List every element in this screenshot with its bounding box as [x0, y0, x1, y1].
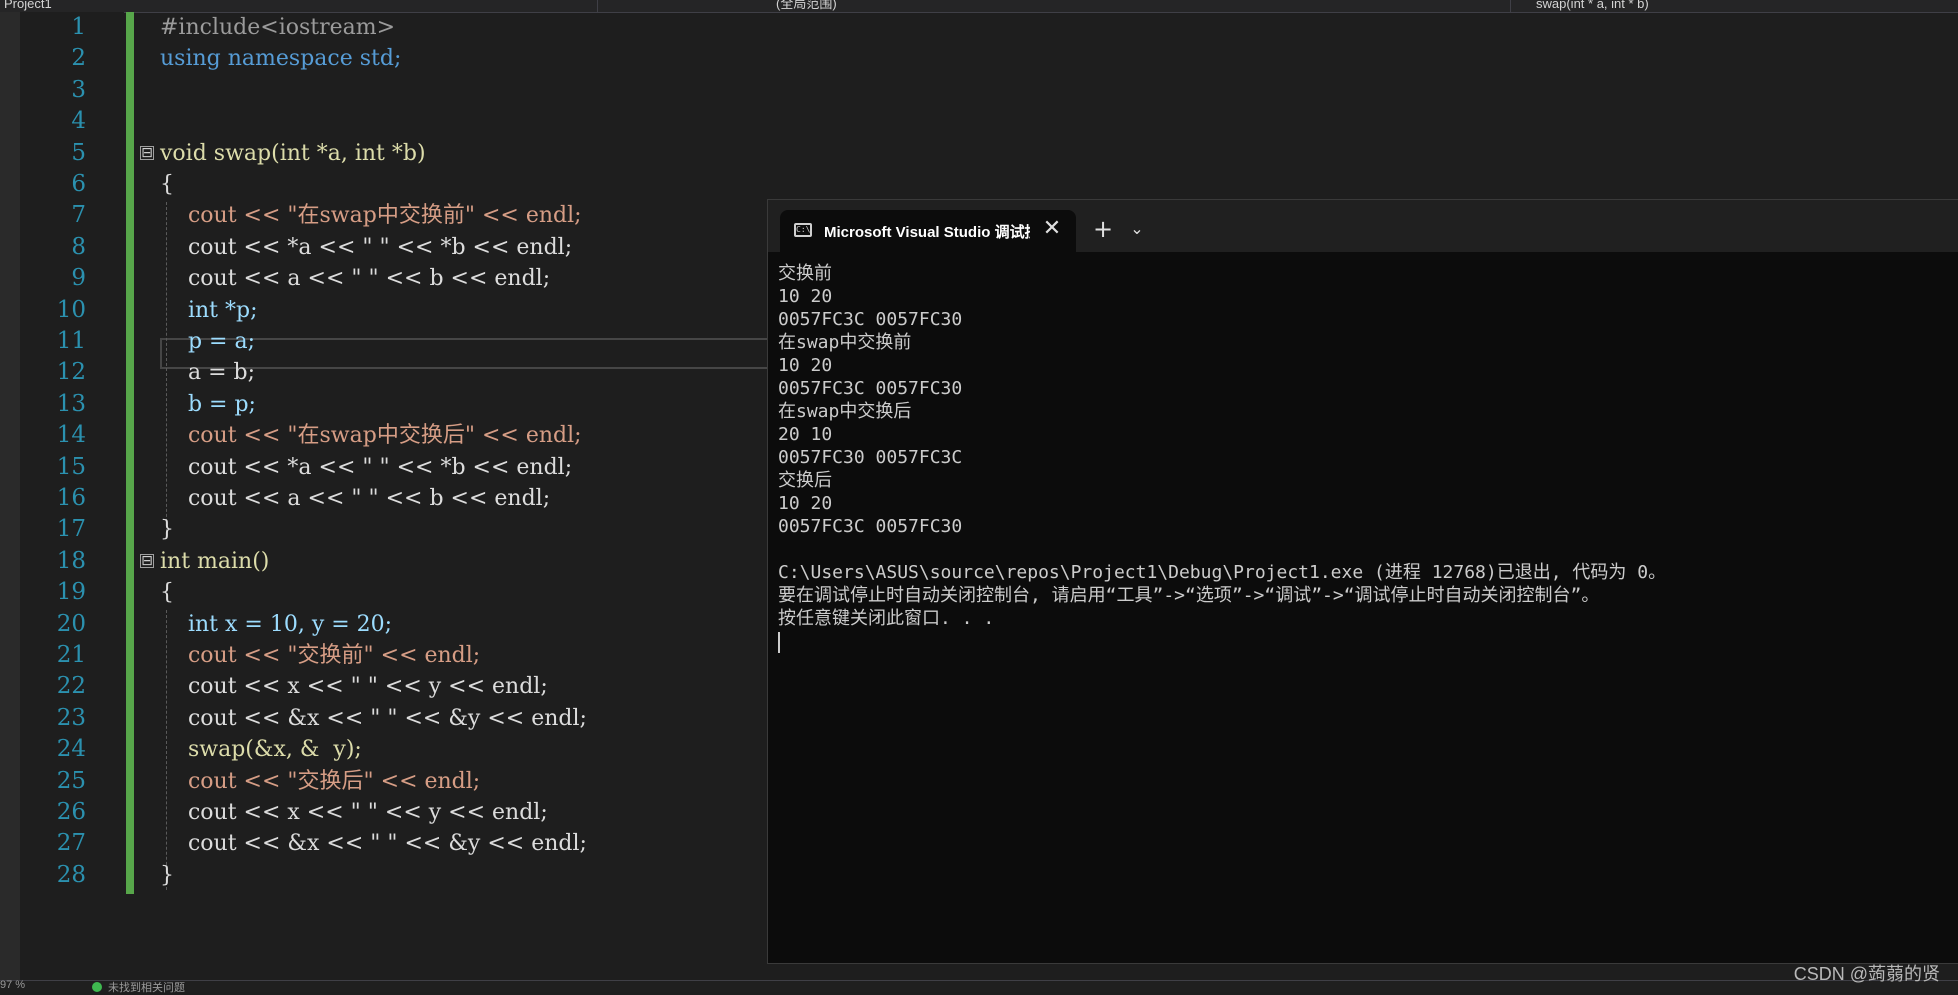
code-line: p = a; [160, 329, 256, 354]
line-number: 18 [56, 547, 86, 574]
line-number: 10 [56, 296, 86, 323]
code-line: int main() [160, 548, 270, 574]
code-line: cout << x << " " << y << endl; [160, 674, 548, 700]
watermark: CSDN @蒟蒻的贤 [1793, 964, 1940, 984]
navbar-separator [597, 0, 598, 12]
console-line: 按任意键关闭此窗口. . . [778, 608, 995, 629]
console-line: 20 10 [778, 424, 833, 445]
console-line: 要在调试停止时自动关闭控制台, 请启用“工具”->“选项”->“调试”->“调试… [778, 585, 1600, 606]
console-tab[interactable]: C:\ Microsoft Visual Studio 调试控制台 ✕ [780, 210, 1076, 252]
collapse-icon[interactable]: ⊟ [140, 146, 154, 160]
console-line: 在swap中交换后 [778, 401, 912, 422]
code-line: cout << &x << " " << &y << endl; [160, 705, 587, 731]
code-line: } [160, 517, 174, 543]
line-number: 9 [71, 265, 86, 292]
line-number: 28 [56, 861, 86, 888]
console-line: 在swap中交换前 [778, 332, 912, 353]
zoom-level[interactable]: 97 % [0, 979, 25, 991]
console-tab-title: Microsoft Visual Studio 调试控制台 [824, 224, 1030, 241]
code-line: using namespace std; [160, 46, 402, 72]
line-number: 16 [56, 485, 86, 511]
function-dropdown[interactable]: swap(int * a, int * b) [1536, 0, 1936, 12]
change-indicator-bar [126, 12, 134, 894]
line-number: 2 [71, 45, 86, 72]
line-number: 11 [56, 328, 86, 354]
code-line: int x = 10, y = 20; [160, 611, 393, 637]
line-number: 25 [56, 767, 86, 794]
console-line: 交换前 [778, 263, 832, 284]
console-titlebar: C:\ Microsoft Visual Studio 调试控制台 ✕ + ⌄ [768, 200, 1958, 252]
console-line: 0057FC3C 0057FC30 [778, 309, 963, 330]
code-line: cout << a << " " << b << endl; [160, 266, 551, 292]
line-number: 13 [56, 390, 86, 417]
console-line: 10 20 [778, 355, 833, 376]
console-line: 0057FC30 0057FC3C [778, 447, 963, 468]
line-number: 15 [56, 453, 86, 480]
line-number: 22 [56, 673, 86, 700]
line-number: 20 [56, 610, 86, 637]
line-number: 17 [56, 516, 86, 543]
console-line: 0057FC3C 0057FC30 [778, 378, 963, 399]
line-number: 23 [56, 704, 86, 731]
navbar-separator [1510, 0, 1511, 12]
console-line: 10 20 [778, 493, 833, 514]
text-cursor [778, 631, 780, 653]
code-line: a = b; [160, 360, 256, 386]
line-number: 6 [71, 171, 86, 197]
issues-status[interactable]: 未找到相关问题 [108, 979, 185, 995]
chevron-down-icon[interactable]: ⌄ [1124, 216, 1150, 242]
line-number: 19 [56, 579, 86, 606]
collapse-icon[interactable]: ⊟ [140, 554, 154, 568]
console-line: 0057FC3C 0057FC30 [778, 516, 963, 537]
console-output: 交换前 10 20 0057FC3C 0057FC30 在swap中交换前 10… [778, 262, 1948, 653]
close-icon[interactable]: ✕ [1040, 216, 1064, 242]
project-dropdown[interactable]: Project1 [4, 0, 584, 12]
code-line: } [160, 862, 174, 888]
line-number: 8 [71, 233, 86, 260]
code-line: #include<iostream> [160, 15, 396, 40]
code-line: cout << "交换后" << endl; [160, 768, 481, 794]
terminal-icon: C:\ [794, 223, 812, 237]
code-line: void swap(int *a, int *b) [160, 140, 426, 166]
code-line: cout << a << " " << b << endl; [160, 486, 551, 511]
console-line: 10 20 [778, 286, 833, 307]
code-line: cout << *a << " " << *b << endl; [160, 234, 573, 260]
code-line: cout << "在swap中交换前" << endl; [160, 203, 582, 229]
line-number: 27 [56, 830, 86, 857]
line-number-gutter: 1 2 3 4 5 6 7 8 9 10 11 12 13 14 15 16 1… [20, 12, 124, 980]
console-line: C:\Users\ASUS\source\repos\Project1\Debu… [778, 562, 1667, 583]
status-bar: 97 % 未找到相关问题 [0, 979, 1958, 995]
code-line: cout << &x << " " << &y << endl; [160, 831, 587, 857]
console-cursor-line [778, 630, 1948, 653]
code-line: int *p; [160, 297, 258, 323]
new-tab-plus-icon[interactable]: + [1090, 216, 1116, 242]
left-margin-strip [0, 12, 20, 980]
code-line: cout << *a << " " << *b << endl; [160, 454, 573, 480]
line-number: 5 [71, 139, 86, 166]
code-line: cout << x << " " << y << endl; [160, 800, 548, 825]
line-number: 4 [71, 108, 86, 135]
line-number: 24 [56, 736, 86, 763]
scope-dropdown[interactable]: (全局范围) [776, 0, 1476, 12]
code-line: swap(&x, & y); [160, 737, 362, 763]
line-number: 3 [71, 76, 86, 103]
line-number: 21 [56, 642, 86, 668]
code-line: { [160, 172, 174, 197]
code-line: b = p; [160, 391, 256, 417]
code-line: { [160, 580, 174, 606]
line-number: 7 [71, 202, 86, 229]
line-number: 1 [71, 14, 86, 40]
code-line: cout << "在swap中交换后" << endl; [160, 423, 582, 449]
debug-console-window[interactable]: C:\ Microsoft Visual Studio 调试控制台 ✕ + ⌄ … [767, 199, 1958, 964]
line-number: 14 [56, 422, 86, 449]
line-number: 26 [56, 799, 86, 825]
console-line: 交换后 [778, 470, 832, 491]
line-number: 12 [56, 359, 86, 386]
code-line: cout << "交换前" << endl; [160, 643, 481, 668]
